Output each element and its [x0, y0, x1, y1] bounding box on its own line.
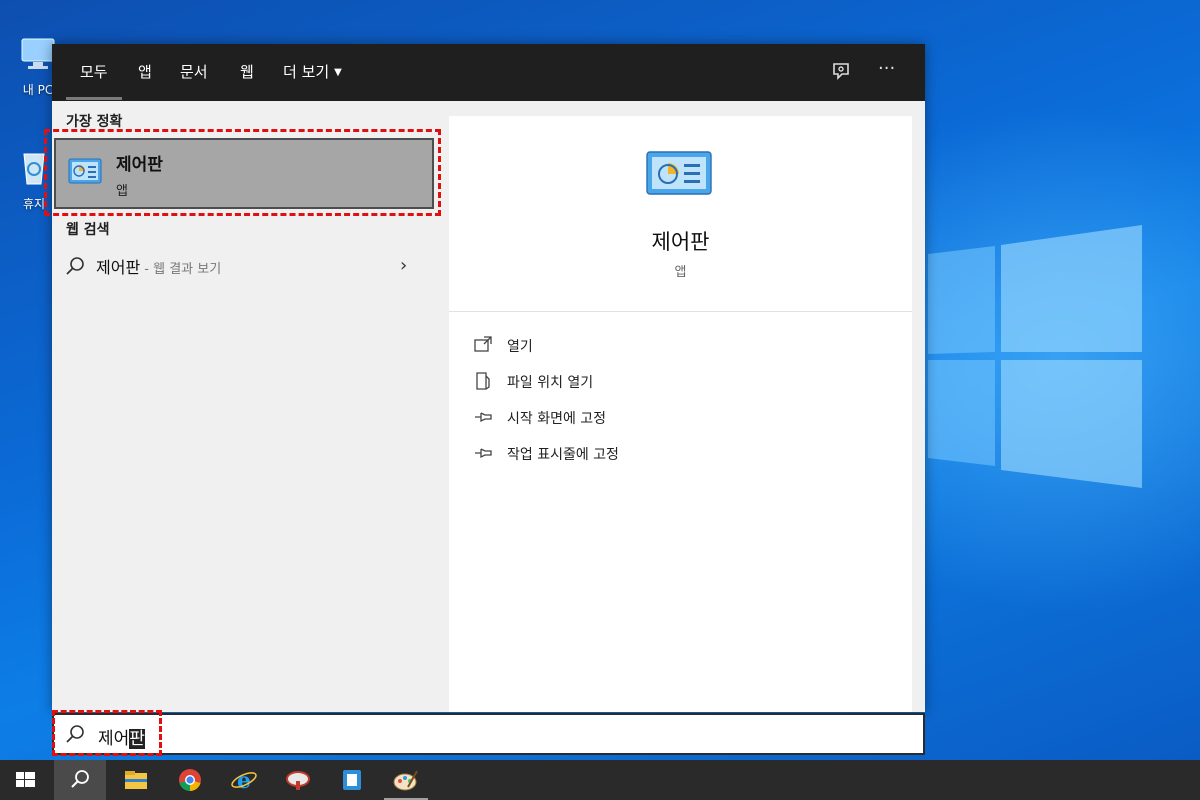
- chevron-right-icon: ›: [400, 255, 408, 276]
- pin-icon: [475, 448, 492, 459]
- best-match-result[interactable]: 제어판 앱: [54, 138, 434, 209]
- action-pin-to-start[interactable]: 시작 화면에 고정: [473, 405, 773, 431]
- action-label: 시작 화면에 고정: [507, 411, 607, 427]
- best-match-type: 앱: [116, 184, 128, 199]
- search-query-typed: 제어: [98, 729, 130, 749]
- taskbar-paint-button[interactable]: [380, 760, 432, 800]
- app-icon: [286, 771, 310, 790]
- file-explorer-button[interactable]: [110, 760, 162, 800]
- taskbar: e: [0, 760, 1200, 800]
- chrome-icon: [179, 769, 201, 791]
- windows-start-icon: [16, 772, 35, 787]
- internet-explorer-icon: e: [231, 768, 257, 793]
- tab-apps[interactable]: 앱: [138, 61, 152, 82]
- file-explorer-icon: [125, 771, 147, 789]
- search-filter-bar: 모두 앱 문서 웹 더 보기 ▼ ···: [52, 44, 925, 101]
- action-label: 작업 표시줄에 고정: [507, 447, 619, 463]
- more-options-icon[interactable]: ···: [878, 58, 902, 82]
- search-query-selected: 판: [129, 729, 145, 749]
- paint-app-icon: [393, 770, 418, 791]
- control-panel-icon: [646, 151, 712, 195]
- detail-header: 제어판 앱: [449, 116, 912, 312]
- action-label: 열기: [507, 339, 533, 355]
- control-panel-icon: [68, 158, 102, 184]
- web-search-query: 제어판: [96, 258, 141, 277]
- action-pin-to-taskbar[interactable]: 작업 표시줄에 고정: [473, 441, 773, 467]
- results-list: 가장 정확 제어판 앱 웹 검색 제어판 - 웹 결과 보기 ›: [52, 101, 436, 712]
- open-icon: [474, 336, 492, 352]
- web-search-suffix: - 웹 결과 보기: [140, 262, 222, 277]
- internet-explorer-button[interactable]: e: [218, 760, 270, 800]
- taskbar-notes-button[interactable]: [326, 760, 378, 800]
- detail-type: 앱: [674, 265, 687, 280]
- file-location-icon: [476, 372, 490, 390]
- result-detail-pane: 제어판 앱 열기 파일 위치 열기 시작 화면에 고정 작업 표시줄에 고정: [449, 116, 912, 712]
- pin-icon: [475, 412, 492, 423]
- search-icon: [71, 770, 89, 788]
- tab-documents[interactable]: 문서: [180, 61, 208, 82]
- action-open[interactable]: 열기: [473, 333, 773, 359]
- search-icon: [66, 725, 84, 743]
- tab-all[interactable]: 모두: [66, 61, 122, 100]
- best-match-title: 제어판: [116, 155, 163, 175]
- recycle-bin-icon: [23, 153, 45, 185]
- start-search-panel: 모두 앱 문서 웹 더 보기 ▼ ··· 가장 정확 제어판 앱 웹 검색 제어…: [52, 44, 925, 712]
- search-icon: [66, 257, 84, 275]
- action-open-file-location[interactable]: 파일 위치 열기: [473, 369, 773, 395]
- web-search-result[interactable]: 제어판 - 웹 결과 보기 ›: [52, 249, 436, 281]
- feedback-icon[interactable]: [830, 60, 854, 84]
- web-search-text: 제어판 - 웹 결과 보기: [96, 254, 221, 278]
- search-input[interactable]: 제어판: [52, 713, 925, 755]
- web-search-heading: 웹 검색: [66, 222, 110, 238]
- taskbar-search-button[interactable]: [54, 760, 106, 800]
- action-label: 파일 위치 열기: [507, 375, 594, 391]
- taskbar-app-button[interactable]: [272, 760, 324, 800]
- chrome-button[interactable]: [164, 760, 216, 800]
- tab-web[interactable]: 웹: [240, 61, 254, 82]
- search-query-text: 제어판: [98, 724, 145, 749]
- notes-app-icon: [343, 770, 361, 790]
- chevron-down-icon: ▼: [334, 67, 342, 78]
- svg-text:e: e: [237, 768, 251, 793]
- tab-more[interactable]: 더 보기 ▼: [283, 61, 342, 82]
- start-button[interactable]: [0, 760, 52, 800]
- detail-title: 제어판: [651, 230, 710, 254]
- best-match-heading: 가장 정확: [66, 114, 123, 130]
